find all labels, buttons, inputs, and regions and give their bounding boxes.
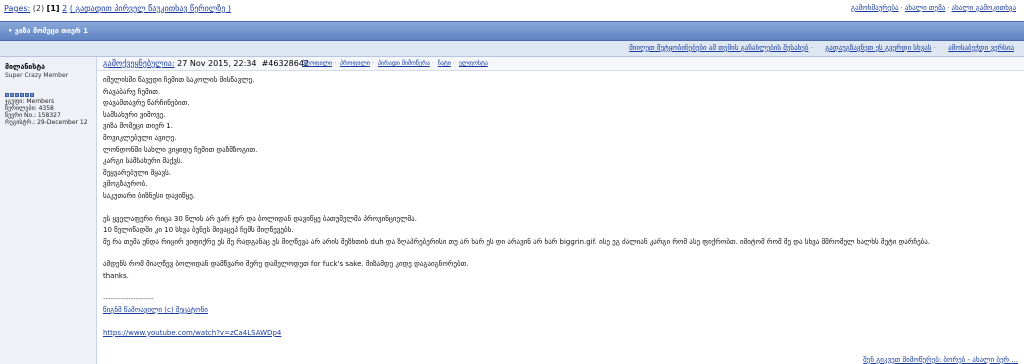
post-line: სამსახური ვიშოვე. <box>103 110 166 119</box>
post-content: იმელისში წავედი ჩემით საკოლის მისწავლე. … <box>103 75 1003 339</box>
post-header: გამოქვეყნებულია: 27 Nov 2015, 22:34 #463… <box>97 57 1024 71</box>
post-line: ვიზა მომეცი თიერ 1. <box>103 122 173 131</box>
author-info: ჯგუფი: Members წერილები: 4358 წევრი No.:… <box>5 98 88 126</box>
private-message-link[interactable]: პირადი მიმოწერა <box>378 60 430 67</box>
post-line: მე რა თემა უნდა რიცირ ვიფიქრე ეს მე რადგ… <box>103 237 931 246</box>
rank-pip <box>10 93 14 97</box>
author-group: ჯგუფი: Members <box>5 98 55 105</box>
post-line: იმელისში წავედი ჩემით საკოლის მისწავლე. <box>103 76 255 84</box>
post-line: რავაბარე ჩემით. <box>103 87 161 96</box>
post-line: ვმოგზაურობ. <box>103 180 148 189</box>
pages-total: (2) <box>32 4 45 13</box>
author-posts: წერილები: 4358 <box>5 105 54 112</box>
new-poll-button[interactable]: ახალი გამოკითხვა <box>952 4 1016 12</box>
post-line: 10 წელიწადში კი 10 სხვა ბუნეს მივაცეპ ჩე… <box>103 226 294 235</box>
rank-pips <box>5 90 35 97</box>
post-line-spacer <box>103 248 1003 259</box>
post-line: დავამთავრე წარჩინებით. <box>103 99 190 108</box>
pagination: Pages: (2) [1] 2 ( გადადით პირველ წაუკით… <box>4 4 231 13</box>
post-timestamp-label[interactable]: გამოქვეყნებულია: <box>103 59 175 68</box>
profile-link[interactable]: პროფილი <box>302 60 332 67</box>
post-actions: პროფილი · პროფილი · პირადი მიმოწერა · ჩატი ·… <box>302 60 488 67</box>
author-registered: რეგისტრ.: 29-December 12 <box>5 119 88 126</box>
new-topic-button[interactable]: ახალი თემა <box>905 4 945 12</box>
chat-link[interactable]: ჩატი <box>438 60 451 67</box>
footer-link[interactable]: შენ გიკვეთ მიმოწერებ: ბორებ - ახალი ბერ … <box>863 356 1018 364</box>
post-line: ეს ყველაფერი რიცა 30 წლის არ ვარ ჯერ და … <box>103 214 417 223</box>
post-line: კარგი სამსახური მაქვს. <box>103 157 183 166</box>
topic-title-bar: • ვიზა მომეცი თიერ 1 <box>0 21 1024 41</box>
post: მილანისტა Super Crazy Member ჯგუფი: Memb… <box>0 57 1024 364</box>
topic-options-bar: მიიღეთ შეტყობინებები ამ თემის განახლების… <box>0 41 1024 57</box>
rank-pip <box>30 93 34 97</box>
page-2-link[interactable]: 2 <box>62 4 67 13</box>
print-version-link[interactable]: ამოსაბეჭდი ვერსია <box>948 44 1014 52</box>
author-rank: Super Crazy Member <box>5 72 69 79</box>
signature-youtube-link[interactable]: https://www.youtube.com/watch?v=zCa4LSAW… <box>103 329 281 337</box>
rank-pip <box>5 93 9 97</box>
email-link[interactable]: ელფოსტა <box>459 60 488 67</box>
profile-link-2[interactable]: პროფილი <box>340 60 370 67</box>
author-name[interactable]: მილანისტა <box>5 63 45 71</box>
author-panel: მილანისტა Super Crazy Member ჯგუფი: Memb… <box>0 57 97 364</box>
post-line: მოვიკლებული ავიღე. <box>103 133 177 142</box>
signature-separator: -------------------- <box>103 294 154 303</box>
topic-title: • ვიზა მომეცი თიერ 1 <box>8 27 88 35</box>
current-page: [1] <box>46 4 60 13</box>
rank-pip <box>15 93 19 97</box>
top-bar: Pages: (2) [1] 2 ( გადადით პირველ წაუკით… <box>0 0 1024 20</box>
first-unread-link[interactable]: ( გადადით პირველ წაუკითხავ წერილზე ) <box>70 4 231 13</box>
topic-actions: გამოხმაურება · ახალი თემა · ახალი გამოკითხვა <box>851 4 1016 12</box>
post-line-spacer <box>103 203 1003 214</box>
post-line: ლონდონში სახლი ვიყიდე ჩემით დაზმზოგით. <box>103 145 258 154</box>
post-line: ამდენს რომ მიაღწევ ბოლიდან დამწვარი მერე… <box>103 260 469 269</box>
post-line: საკუთარი ბიზნესი დავიწყე. <box>103 191 196 200</box>
rank-pip <box>20 93 24 97</box>
footer-links: შენ გიკვეთ მიმოწერებ: ბორებ - ახალი ბერ … <box>863 356 1018 364</box>
signature-copyright[interactable]: წიგნმ წამოავილი (c) შეცატონი <box>103 306 208 314</box>
rank-pip <box>25 93 29 97</box>
post-line: შეყვარებული მყავს. <box>103 168 171 177</box>
post-line: thanks. <box>103 271 129 280</box>
send-page-link[interactable]: გადაუგზავნეთ ეს გვერდი სხვას <box>825 44 931 52</box>
pages-label[interactable]: Pages: <box>4 4 30 13</box>
post-timestamp: 27 Nov 2015, 22:34 <box>177 59 257 68</box>
track-topic-link[interactable]: მიიღეთ შეტყობინებები ამ თემის განახლების… <box>629 44 808 52</box>
author-member-no: წევრი No.: 158327 <box>5 112 61 119</box>
post-body: გამოქვეყნებულია: 27 Nov 2015, 22:34 #463… <box>97 57 1024 364</box>
reply-button[interactable]: გამოხმაურება <box>851 4 899 12</box>
